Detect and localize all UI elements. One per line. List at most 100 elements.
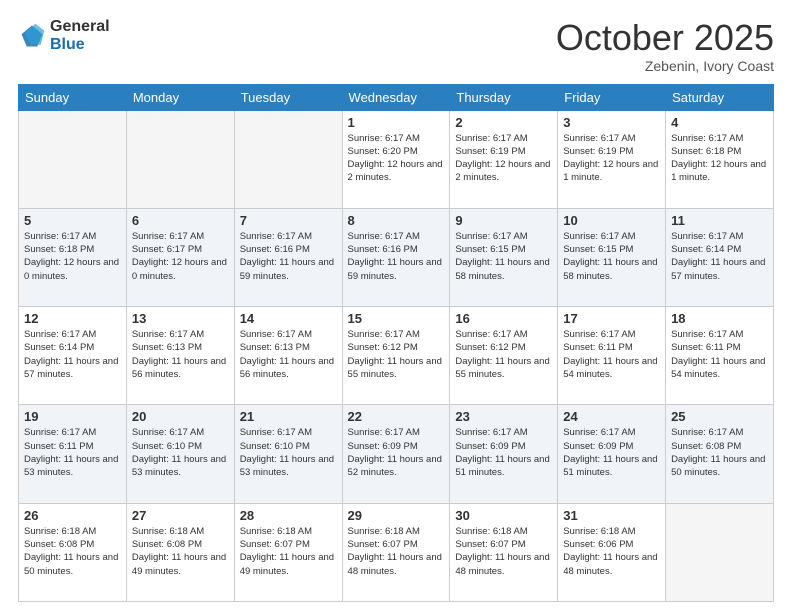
calendar-week-4: 26 Sunrise: 6:18 AMSunset: 6:08 PMDayligh… — [19, 503, 774, 601]
logo-icon — [18, 22, 46, 50]
day-number: 29 — [348, 508, 445, 523]
calendar-cell: 21 Sunrise: 6:17 AMSunset: 6:10 PMDayligh… — [234, 405, 342, 503]
calendar-cell: 1Sunrise: 6:17 AMSunset: 6:20 PMDaylight… — [342, 110, 450, 208]
logo-text: General Blue — [50, 18, 110, 53]
day-info: Sunrise: 6:17 AMSunset: 6:11 PMDaylight:… — [563, 328, 660, 381]
location-subtitle: Zebenin, Ivory Coast — [556, 58, 774, 74]
day-number: 23 — [455, 409, 552, 424]
day-number: 22 — [348, 409, 445, 424]
day-info: Sunrise: 6:17 AMSunset: 6:14 PMDaylight:… — [24, 328, 121, 381]
calendar-week-0: 1Sunrise: 6:17 AMSunset: 6:20 PMDaylight… — [19, 110, 774, 208]
day-info: Sunrise: 6:17 AMSunset: 6:10 PMDaylight:… — [240, 426, 337, 479]
day-number: 9 — [455, 213, 552, 228]
day-number: 17 — [563, 311, 660, 326]
day-info: Sunrise: 6:17 AMSunset: 6:13 PMDaylight:… — [240, 328, 337, 381]
month-title: October 2025 — [556, 18, 774, 58]
calendar-cell — [126, 110, 234, 208]
day-number: 16 — [455, 311, 552, 326]
calendar-cell: 29 Sunrise: 6:18 AMSunset: 6:07 PMDayligh… — [342, 503, 450, 601]
day-number: 18 — [671, 311, 768, 326]
calendar-cell: 31 Sunrise: 6:18 AMSunset: 6:06 PMDayligh… — [558, 503, 666, 601]
day-info: Sunrise: 6:17 AMSunset: 6:16 PMDaylight:… — [348, 230, 445, 283]
day-number: 25 — [671, 409, 768, 424]
day-number: 26 — [24, 508, 121, 523]
day-info: Sunrise: 6:18 AMSunset: 6:07 PMDaylight:… — [455, 525, 552, 578]
day-info: Sunrise: 6:17 AMSunset: 6:09 PMDaylight:… — [455, 426, 552, 479]
calendar-cell: 11 Sunrise: 6:17 AMSunset: 6:14 PMDayligh… — [666, 208, 774, 306]
calendar-week-2: 12Sunrise: 6:17 AMSunset: 6:14 PMDayligh… — [19, 307, 774, 405]
day-info: Sunrise: 6:17 AMSunset: 6:15 PMDaylight:… — [455, 230, 552, 283]
col-header-friday: Friday — [558, 84, 666, 110]
day-number: 30 — [455, 508, 552, 523]
day-number: 21 — [240, 409, 337, 424]
day-number: 6 — [132, 213, 229, 228]
calendar-cell: 4 Sunrise: 6:17 AMSunset: 6:18 PMDaylight… — [666, 110, 774, 208]
calendar-cell: 14 Sunrise: 6:17 AMSunset: 6:13 PMDayligh… — [234, 307, 342, 405]
col-header-monday: Monday — [126, 84, 234, 110]
day-number: 19 — [24, 409, 121, 424]
day-number: 14 — [240, 311, 337, 326]
day-info: Sunrise: 6:17 AMSunset: 6:09 PMDaylight:… — [563, 426, 660, 479]
calendar-cell — [666, 503, 774, 601]
calendar-cell: 23 Sunrise: 6:17 AMSunset: 6:09 PMDayligh… — [450, 405, 558, 503]
calendar-cell: 3 Sunrise: 6:17 AMSunset: 6:19 PMDaylight… — [558, 110, 666, 208]
day-number: 2 — [455, 115, 552, 130]
day-number: 11 — [671, 213, 768, 228]
day-info: Sunrise: 6:18 AMSunset: 6:07 PMDaylight:… — [348, 525, 445, 578]
day-info: Sunrise: 6:18 AMSunset: 6:08 PMDaylight:… — [24, 525, 121, 578]
day-info: Sunrise: 6:17 AMSunset: 6:09 PMDaylight:… — [348, 426, 445, 479]
page: General Blue October 2025 Zebenin, Ivory… — [0, 0, 792, 612]
col-header-tuesday: Tuesday — [234, 84, 342, 110]
calendar-cell: 25 Sunrise: 6:17 AMSunset: 6:08 PMDayligh… — [666, 405, 774, 503]
day-info: Sunrise: 6:17 AMSunset: 6:12 PMDaylight:… — [348, 328, 445, 381]
calendar-cell: 6 Sunrise: 6:17 AMSunset: 6:17 PMDaylight… — [126, 208, 234, 306]
calendar-cell: 18 Sunrise: 6:17 AMSunset: 6:11 PMDayligh… — [666, 307, 774, 405]
day-info: Sunrise: 6:17 AMSunset: 6:14 PMDaylight:… — [671, 230, 768, 283]
calendar-cell: 16 Sunrise: 6:17 AMSunset: 6:12 PMDayligh… — [450, 307, 558, 405]
calendar-cell: 9 Sunrise: 6:17 AMSunset: 6:15 PMDaylight… — [450, 208, 558, 306]
day-number: 10 — [563, 213, 660, 228]
day-number: 7 — [240, 213, 337, 228]
calendar-week-1: 5Sunrise: 6:17 AMSunset: 6:18 PMDaylight… — [19, 208, 774, 306]
calendar-week-3: 19Sunrise: 6:17 AMSunset: 6:11 PMDayligh… — [19, 405, 774, 503]
day-info: Sunrise: 6:17 AMSunset: 6:17 PMDaylight:… — [132, 230, 229, 283]
day-number: 5 — [24, 213, 121, 228]
day-number: 15 — [348, 311, 445, 326]
day-info: Sunrise: 6:17 AMSunset: 6:18 PMDaylight:… — [671, 132, 768, 185]
day-number: 8 — [348, 213, 445, 228]
calendar-cell: 15 Sunrise: 6:17 AMSunset: 6:12 PMDayligh… — [342, 307, 450, 405]
calendar-header-row: SundayMondayTuesdayWednesdayThursdayFrid… — [19, 84, 774, 110]
day-info: Sunrise: 6:17 AMSunset: 6:13 PMDaylight:… — [132, 328, 229, 381]
day-info: Sunrise: 6:18 AMSunset: 6:06 PMDaylight:… — [563, 525, 660, 578]
day-info: Sunrise: 6:17 AMSunset: 6:12 PMDaylight:… — [455, 328, 552, 381]
logo-general-text: General — [50, 18, 110, 36]
calendar-cell: 2 Sunrise: 6:17 AMSunset: 6:19 PMDaylight… — [450, 110, 558, 208]
title-block: October 2025 Zebenin, Ivory Coast — [556, 18, 774, 74]
day-info: Sunrise: 6:17 AMSunset: 6:20 PMDaylight:… — [348, 132, 445, 185]
calendar-cell: 10Sunrise: 6:17 AMSunset: 6:15 PMDayligh… — [558, 208, 666, 306]
day-info: Sunrise: 6:17 AMSunset: 6:11 PMDaylight:… — [671, 328, 768, 381]
calendar-cell: 24 Sunrise: 6:17 AMSunset: 6:09 PMDayligh… — [558, 405, 666, 503]
day-number: 3 — [563, 115, 660, 130]
day-info: Sunrise: 6:17 AMSunset: 6:19 PMDaylight:… — [563, 132, 660, 185]
calendar-cell — [234, 110, 342, 208]
calendar-cell: 27Sunrise: 6:18 AMSunset: 6:08 PMDayligh… — [126, 503, 234, 601]
calendar-cell: 8 Sunrise: 6:17 AMSunset: 6:16 PMDaylight… — [342, 208, 450, 306]
col-header-thursday: Thursday — [450, 84, 558, 110]
day-number: 13 — [132, 311, 229, 326]
day-info: Sunrise: 6:17 AMSunset: 6:19 PMDaylight:… — [455, 132, 552, 185]
col-header-sunday: Sunday — [19, 84, 127, 110]
calendar-cell — [19, 110, 127, 208]
day-info: Sunrise: 6:17 AMSunset: 6:08 PMDaylight:… — [671, 426, 768, 479]
calendar-cell: 7 Sunrise: 6:17 AMSunset: 6:16 PMDaylight… — [234, 208, 342, 306]
day-info: Sunrise: 6:18 AMSunset: 6:07 PMDaylight:… — [240, 525, 337, 578]
day-info: Sunrise: 6:17 AMSunset: 6:16 PMDaylight:… — [240, 230, 337, 283]
day-number: 31 — [563, 508, 660, 523]
day-number: 28 — [240, 508, 337, 523]
day-number: 4 — [671, 115, 768, 130]
calendar-cell: 19Sunrise: 6:17 AMSunset: 6:11 PMDayligh… — [19, 405, 127, 503]
calendar-cell: 17 Sunrise: 6:17 AMSunset: 6:11 PMDayligh… — [558, 307, 666, 405]
header: General Blue October 2025 Zebenin, Ivory… — [18, 18, 774, 74]
day-info: Sunrise: 6:17 AMSunset: 6:10 PMDaylight:… — [132, 426, 229, 479]
day-number: 24 — [563, 409, 660, 424]
